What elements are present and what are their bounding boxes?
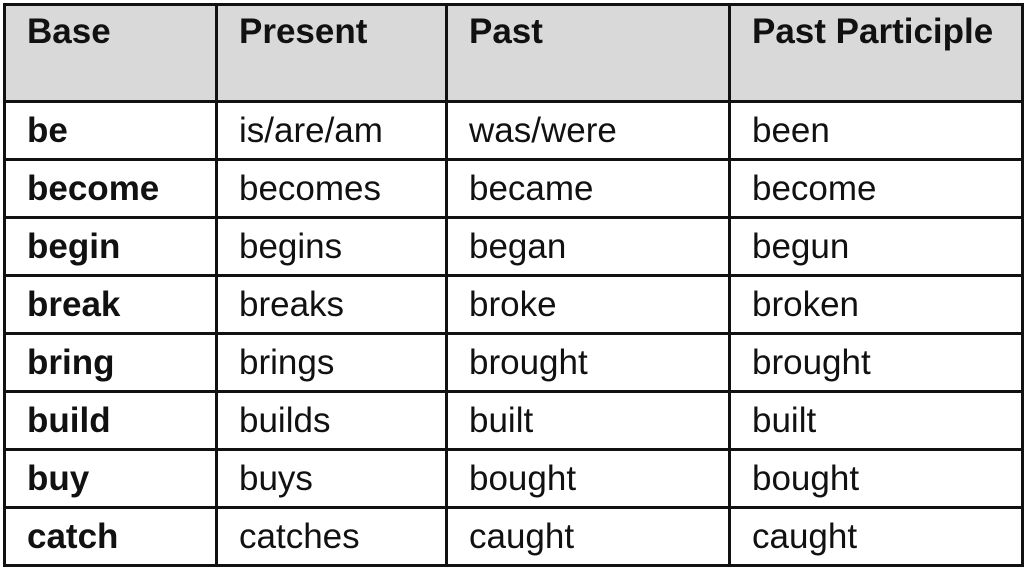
table-row: buy buys bought bought [3, 448, 1024, 509]
cell-present: catches [215, 506, 448, 567]
cell-past-participle: brought [728, 332, 1024, 393]
cell-present: brings [215, 332, 448, 393]
table-row: be is/are/am was/were been [3, 100, 1024, 161]
table-row: catch catches caught caught [3, 506, 1024, 567]
cell-present: breaks [215, 274, 448, 335]
cell-past-participle: built [728, 390, 1024, 451]
cell-base: buy [3, 448, 218, 509]
cell-base: be [3, 100, 218, 161]
cell-base: become [3, 158, 218, 219]
cell-present: buys [215, 448, 448, 509]
cell-past-participle: bought [728, 448, 1024, 509]
header-base: Base [3, 3, 218, 103]
cell-past: built [445, 390, 731, 451]
header-present: Present [215, 3, 448, 103]
cell-past-participle: caught [728, 506, 1024, 567]
table-row: build builds built built [3, 390, 1024, 451]
cell-base: begin [3, 216, 218, 277]
cell-past: broke [445, 274, 731, 335]
table-row: bring brings brought brought [3, 332, 1024, 393]
cell-past: bought [445, 448, 731, 509]
header-row: Base Present Past Past Participle [3, 3, 1024, 103]
irregular-verbs-table: Base Present Past Past Participle be is/… [3, 3, 1024, 567]
table-row: break breaks broke broken [3, 274, 1024, 335]
cell-past-participle: broken [728, 274, 1024, 335]
cell-base: break [3, 274, 218, 335]
cell-past-participle: become [728, 158, 1024, 219]
cell-past: was/were [445, 100, 731, 161]
cell-past: began [445, 216, 731, 277]
cell-present: becomes [215, 158, 448, 219]
table-row: become becomes became become [3, 158, 1024, 219]
cell-past: became [445, 158, 731, 219]
cell-base: build [3, 390, 218, 451]
cell-base: catch [3, 506, 218, 567]
cell-present: builds [215, 390, 448, 451]
cell-present: is/are/am [215, 100, 448, 161]
cell-past-participle: been [728, 100, 1024, 161]
cell-past: caught [445, 506, 731, 567]
table-row: begin begins began begun [3, 216, 1024, 277]
cell-past-participle: begun [728, 216, 1024, 277]
header-past: Past [445, 3, 731, 103]
cell-present: begins [215, 216, 448, 277]
table-header: Base Present Past Past Participle [3, 3, 1024, 103]
cell-past: brought [445, 332, 731, 393]
table-body: be is/are/am was/were been become become… [3, 100, 1024, 567]
cell-base: bring [3, 332, 218, 393]
header-past-participle: Past Participle [728, 3, 1024, 103]
